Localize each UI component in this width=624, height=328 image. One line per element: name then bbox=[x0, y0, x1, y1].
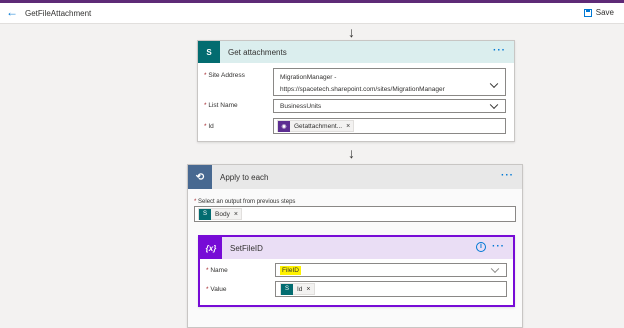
id-token[interactable]: S Id × bbox=[280, 283, 315, 295]
site-address-label: * Site Address bbox=[204, 72, 245, 79]
info-icon[interactable]: i bbox=[476, 242, 486, 252]
apply-to-each-title: Apply to each bbox=[220, 172, 269, 182]
chevron-down-icon bbox=[489, 79, 499, 88]
select-output-label: * Select an output from previous steps bbox=[194, 199, 296, 205]
save-label: Save bbox=[595, 8, 614, 17]
save-button[interactable]: Save bbox=[583, 8, 614, 17]
site-address-line1: MigrationManager - bbox=[280, 74, 337, 81]
down-arrow-icon: ↓ bbox=[348, 145, 355, 161]
save-icon bbox=[583, 8, 592, 17]
apply-to-each-card: ⟲ Apply to each ··· * Select an output f… bbox=[187, 164, 523, 328]
token-label: Getattachment... bbox=[294, 122, 343, 130]
close-icon[interactable]: × bbox=[306, 286, 313, 293]
name-label: * Name bbox=[206, 267, 228, 274]
sharepoint-icon: S bbox=[198, 41, 220, 63]
token-icon: ◉ bbox=[278, 120, 290, 132]
list-name-dropdown[interactable]: BusinessUnits bbox=[273, 99, 506, 113]
apply-to-each-header[interactable]: ⟲ Apply to each ··· bbox=[188, 165, 522, 189]
name-value: FileID bbox=[280, 266, 301, 275]
body-token[interactable]: S Body × bbox=[198, 208, 242, 220]
back-arrow-icon[interactable]: ← bbox=[6, 6, 18, 18]
setfileid-card: {x} SetFileID i ··· * Name FileID * Valu… bbox=[198, 235, 515, 307]
get-attachments-card: S Get attachments ··· * Site Address Mig… bbox=[197, 40, 515, 142]
sharepoint-icon: S bbox=[281, 283, 293, 295]
close-icon[interactable]: × bbox=[234, 211, 241, 218]
flow-title: GetFileAttachment bbox=[25, 9, 92, 18]
value-input[interactable]: S Id × bbox=[275, 281, 507, 297]
site-address-line2: https://spacetech.sharepoint.com/sites/M… bbox=[280, 86, 445, 93]
site-address-dropdown[interactable]: MigrationManager - https://spacetech.sha… bbox=[273, 68, 506, 96]
close-icon[interactable]: × bbox=[346, 123, 353, 130]
get-attachments-title: Get attachments bbox=[228, 47, 287, 57]
getattachment-token[interactable]: ◉ Getattachment... × bbox=[277, 120, 355, 132]
list-name-value: BusinessUnits bbox=[280, 103, 322, 110]
more-options-icon[interactable]: ··· bbox=[492, 241, 505, 252]
chevron-down-icon bbox=[489, 100, 499, 110]
token-label: Body bbox=[215, 210, 230, 218]
down-arrow-icon: ↓ bbox=[348, 24, 355, 40]
header-bar: ← GetFileAttachment Save bbox=[0, 3, 624, 24]
more-options-icon[interactable]: ··· bbox=[493, 45, 506, 56]
name-dropdown[interactable]: FileID bbox=[275, 263, 507, 277]
select-output-input[interactable]: S Body × bbox=[194, 206, 516, 222]
loop-icon: ⟲ bbox=[188, 165, 212, 189]
id-label: * Id bbox=[204, 123, 214, 130]
token-label: Id bbox=[297, 285, 303, 293]
chevron-down-icon bbox=[490, 264, 500, 274]
more-options-icon[interactable]: ··· bbox=[501, 170, 514, 181]
list-name-label: * List Name bbox=[204, 102, 238, 109]
value-label: * Value bbox=[206, 286, 227, 293]
id-input[interactable]: ◉ Getattachment... × bbox=[273, 118, 506, 134]
sharepoint-icon: S bbox=[199, 208, 211, 220]
setfileid-header[interactable]: {x} SetFileID i ··· bbox=[200, 237, 513, 259]
setfileid-title: SetFileID bbox=[230, 243, 263, 253]
get-attachments-header[interactable]: S Get attachments ··· bbox=[198, 41, 514, 63]
variable-icon: {x} bbox=[200, 237, 222, 259]
